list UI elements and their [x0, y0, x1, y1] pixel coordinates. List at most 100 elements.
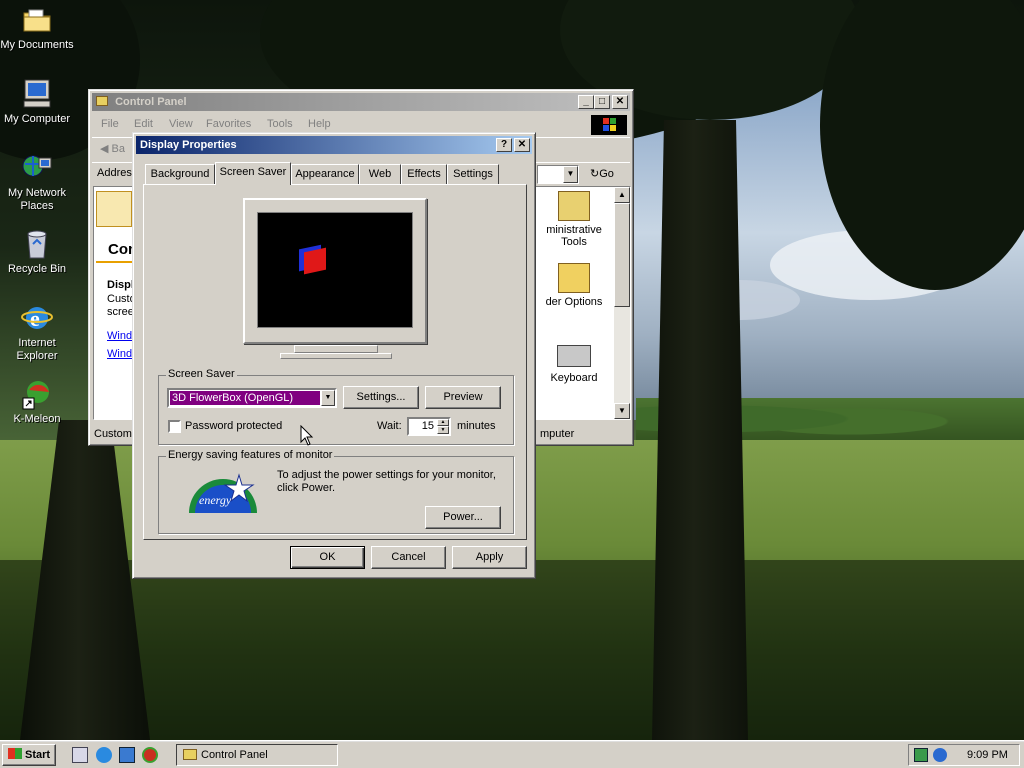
menu-file[interactable]: File — [101, 118, 119, 130]
show-desktop-icon[interactable] — [72, 747, 88, 763]
desktop-icon-recycle-bin[interactable]: Recycle Bin — [0, 228, 74, 276]
address-input[interactable]: ▼ — [537, 165, 579, 184]
screensaver-select[interactable]: 3D FlowerBox (OpenGL) ▼ — [167, 388, 337, 408]
left-pane: Con Displ Custo scree Windo Windo — [94, 187, 138, 419]
internet-explorer-icon[interactable] — [96, 747, 112, 763]
control-panel-titlebar[interactable]: Control Panel _ □ ✕ — [92, 93, 630, 111]
left-desc-2: scree — [107, 306, 134, 318]
control-panel-item-keyboard[interactable]: Keyboard — [536, 339, 612, 384]
taskbar: Start Control Panel 9:09 PM — [0, 740, 1024, 768]
screen-saver-group-label: Screen Saver — [166, 368, 237, 380]
address-dropdown-arrow[interactable]: ▼ — [563, 166, 578, 183]
volume-tray-icon[interactable] — [933, 748, 947, 762]
cancel-button[interactable]: Cancel — [371, 546, 446, 569]
outlook-express-icon[interactable] — [119, 747, 135, 763]
windows-flag-icon — [7, 748, 22, 759]
network-tray-icon[interactable] — [914, 748, 928, 762]
display-properties-titlebar[interactable]: Display Properties ? ✕ — [136, 136, 532, 154]
desktop-icon-label: K-Meleon — [13, 413, 61, 425]
monitor-base — [280, 353, 392, 359]
energy-star-logo: energy — [187, 469, 259, 513]
display-properties-dialog[interactable]: Display Properties ? ✕ Background Screen… — [132, 132, 536, 579]
desktop-icon-label: My Documents — [0, 39, 74, 51]
menu-view[interactable]: View — [169, 118, 193, 130]
monitor-stand — [294, 345, 378, 353]
spinner-up-arrow[interactable]: ▲ — [437, 419, 449, 426]
menu-tools[interactable]: Tools — [267, 118, 293, 130]
apply-button[interactable]: Apply — [452, 546, 527, 569]
password-checkbox[interactable] — [168, 420, 181, 433]
tab-panel: Screen Saver 3D FlowerBox (OpenGL) ▼ Set… — [143, 184, 527, 540]
address-label: Addres — [97, 167, 132, 179]
tab-effects[interactable]: Effects — [401, 164, 447, 184]
power-button[interactable]: Power... — [425, 506, 501, 529]
desktop-icon-label: Internet Explorer — [16, 337, 58, 362]
dropdown-arrow-icon[interactable]: ▼ — [321, 390, 335, 406]
back-button[interactable]: ◀ Ba — [100, 142, 125, 155]
svg-text:e: e — [30, 306, 40, 331]
minimize-button[interactable]: _ — [578, 95, 594, 109]
help-button[interactable]: ? — [496, 138, 512, 152]
desktop-icon-my-computer[interactable]: My Computer — [0, 78, 74, 126]
control-panel-task-icon — [183, 749, 197, 760]
wait-label: Wait: — [377, 420, 402, 432]
wait-spinner[interactable]: 15 ▲ ▼ — [407, 417, 451, 436]
status-right: mputer — [540, 428, 575, 440]
tab-appearance[interactable]: Appearance — [291, 164, 359, 184]
screen-saver-group: Screen Saver 3D FlowerBox (OpenGL) ▼ Set… — [158, 368, 514, 445]
scroll-down-arrow[interactable]: ▼ — [614, 403, 630, 419]
preview-button[interactable]: Preview — [425, 386, 501, 409]
monitor-screen — [257, 212, 413, 328]
tab-background[interactable]: Background — [145, 164, 215, 184]
spinner-down-arrow[interactable]: ▼ — [437, 426, 449, 434]
tab-strip: Background Screen Saver Appearance Web E… — [143, 162, 533, 186]
desktop-icon-my-network-places[interactable]: My Network Places — [0, 152, 74, 213]
vertical-scrollbar[interactable]: ▲ ▼ — [614, 187, 630, 419]
energy-text: To adjust the power settings for your mo… — [277, 469, 496, 494]
clock[interactable]: 9:09 PM — [967, 749, 1008, 761]
energy-group-label: Energy saving features of monitor — [166, 449, 335, 461]
screensaver-selected-value: 3D FlowerBox (OpenGL) — [169, 390, 321, 406]
windows-logo-icon — [591, 115, 627, 135]
control-panel-item-folder-options[interactable]: der Options — [536, 263, 612, 308]
left-title: Displ — [107, 279, 134, 291]
maximize-button[interactable]: □ — [594, 95, 610, 109]
start-button[interactable]: Start — [2, 744, 56, 766]
k-meleon-icon[interactable] — [142, 747, 158, 763]
internet-explorer-icon: e — [21, 302, 53, 334]
ok-button[interactable]: OK — [290, 546, 365, 569]
taskbar-button-control-panel[interactable]: Control Panel — [176, 744, 338, 766]
flowerbox-preview-cube — [304, 247, 326, 275]
tab-settings[interactable]: Settings — [447, 164, 499, 184]
system-tray: 9:09 PM — [908, 744, 1020, 766]
desktop-icon-internet-explorer[interactable]: e Internet Explorer — [0, 302, 74, 363]
control-panel-item-administrative-tools[interactable]: ministrative Tools — [536, 191, 612, 248]
quick-launch — [66, 746, 166, 764]
scroll-up-arrow[interactable]: ▲ — [614, 187, 630, 203]
desktop-icon-k-meleon[interactable]: K-Meleon — [0, 378, 74, 426]
tab-web[interactable]: Web — [359, 164, 401, 184]
desktop-icon-my-documents[interactable]: My Documents — [0, 4, 74, 52]
computer-icon — [21, 78, 53, 110]
tab-screen-saver[interactable]: Screen Saver — [215, 162, 291, 185]
password-label[interactable]: Password protected — [185, 420, 282, 432]
energy-logo-text: energy — [199, 493, 232, 507]
menu-favorites[interactable]: Favorites — [206, 118, 251, 130]
close-button[interactable]: ✕ — [612, 95, 628, 109]
settings-button[interactable]: Settings... — [343, 386, 419, 409]
scroll-thumb[interactable] — [614, 203, 630, 307]
network-icon — [21, 152, 53, 184]
monitor-preview — [243, 198, 427, 344]
menu-help[interactable]: Help — [308, 118, 331, 130]
k-meleon-icon — [21, 378, 53, 410]
control-panel-big-icon — [96, 191, 132, 227]
mouse-cursor — [300, 424, 314, 447]
desktop-icon-label: Recycle Bin — [7, 263, 67, 275]
go-button[interactable]: ↻Go — [590, 166, 626, 184]
menu-edit[interactable]: Edit — [134, 118, 153, 130]
display-properties-title: Display Properties — [140, 139, 237, 151]
keyboard-icon — [557, 345, 591, 367]
close-button[interactable]: ✕ — [514, 138, 530, 152]
desktop-icon-label: My Network Places — [7, 187, 67, 212]
wait-value: 15 — [421, 420, 434, 432]
